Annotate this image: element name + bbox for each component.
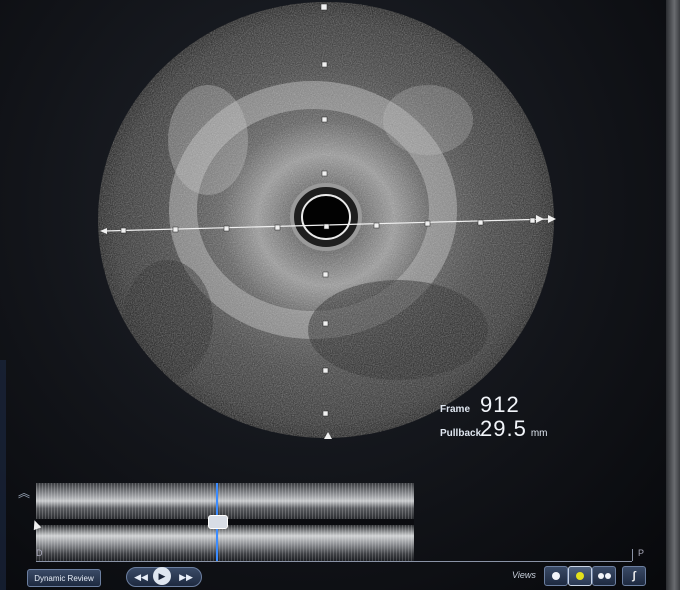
h-tick xyxy=(223,225,230,232)
pullback-label: Pullback xyxy=(440,428,482,439)
rewind-icon: ◀◀ xyxy=(134,571,148,582)
longitudinal-axis-line xyxy=(36,561,632,562)
h-tick xyxy=(120,227,127,234)
pullback-row: Pullback 29.5 mm xyxy=(440,416,548,441)
h-tick xyxy=(477,219,484,226)
view-single-button[interactable] xyxy=(544,566,568,586)
v-tick xyxy=(322,320,329,327)
longitudinal-view-bottom[interactable] xyxy=(36,525,414,561)
measurement-readout: Frame 912 Pullback 29.5 mm xyxy=(440,392,548,441)
v-tick xyxy=(322,271,329,278)
v-tick xyxy=(322,410,329,417)
h-tick xyxy=(323,223,330,230)
slash-icon: ∫ xyxy=(632,570,636,582)
yellow-dot-icon xyxy=(576,572,584,580)
h-tick xyxy=(172,226,179,233)
dynamic-review-label: Dynamic Review xyxy=(34,573,94,583)
views-label: Views xyxy=(512,570,536,580)
h-tick xyxy=(424,220,431,227)
view-dual-button[interactable] xyxy=(592,566,616,586)
h-tick xyxy=(274,224,281,231)
longitudinal-axis-end-tick xyxy=(632,549,633,561)
view-highlight-button[interactable] xyxy=(568,566,592,586)
single-dot-icon xyxy=(552,572,560,580)
frame-label: Frame xyxy=(440,404,471,415)
distal-label: D xyxy=(36,548,43,558)
v-tick xyxy=(321,170,328,177)
v-tick xyxy=(321,61,328,68)
pullback-unit: mm xyxy=(530,428,548,439)
pullback-value: 29.5 xyxy=(480,416,527,441)
monitor-bezel xyxy=(666,0,680,590)
expand-chevron-up-icon[interactable]: ︽ xyxy=(18,486,32,500)
catheter-lumen xyxy=(301,194,351,240)
h-tick xyxy=(529,217,536,224)
playback-controls: ◀◀ ▶ ▶▶ xyxy=(126,567,202,587)
left-edge-glare xyxy=(0,360,6,590)
proximal-label: P xyxy=(638,548,645,558)
frame-value: 912 xyxy=(480,392,520,417)
dynamic-review-button[interactable]: Dynamic Review xyxy=(27,569,101,587)
dot-icon xyxy=(597,573,604,579)
h-tick xyxy=(373,222,380,229)
dual-dot-icon xyxy=(597,573,611,579)
v-tick xyxy=(321,116,328,123)
playhead-drag-handle[interactable] xyxy=(208,515,229,529)
v-tick xyxy=(320,3,328,11)
fast-forward-icon: ▶▶ xyxy=(179,571,193,582)
play-button[interactable]: ▶ xyxy=(153,567,171,585)
v-tick xyxy=(322,367,329,374)
rewind-button[interactable]: ◀◀ xyxy=(131,569,151,585)
play-icon: ▶ xyxy=(158,570,166,581)
ivus-cross-section[interactable] xyxy=(98,0,560,440)
frame-row: Frame 912 xyxy=(440,392,548,417)
annotate-slash-button[interactable]: ∫ xyxy=(622,566,646,586)
fast-forward-button[interactable]: ▶▶ xyxy=(175,569,197,585)
dot-icon xyxy=(604,573,611,579)
longitudinal-view-top[interactable] xyxy=(36,483,414,519)
